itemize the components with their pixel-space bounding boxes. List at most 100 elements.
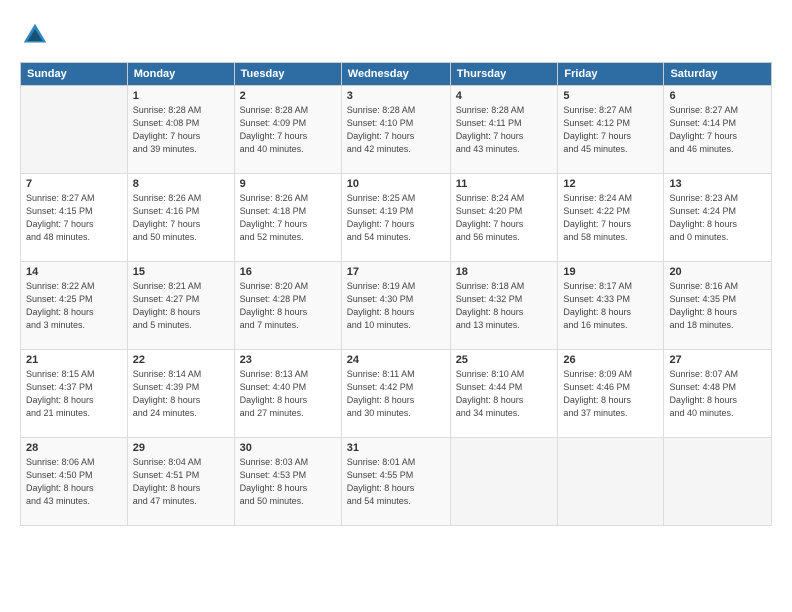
day-number: 28 <box>26 442 122 454</box>
calendar-cell: 23Sunrise: 8:13 AMSunset: 4:40 PMDayligh… <box>234 350 341 438</box>
day-number: 11 <box>456 178 553 190</box>
calendar-cell: 20 Sunrise: 8:16 AMSunset: 4:35 PMDayligh… <box>664 262 772 350</box>
day-number: 24 <box>347 354 445 366</box>
calendar-week-4: 21 Sunrise: 8:15 AMSunset: 4:37 PMDayligh… <box>21 350 772 438</box>
calendar-week-3: 14 Sunrise: 8:22 AMSunset: 4:25 PMDayligh… <box>21 262 772 350</box>
calendar-cell: 30Sunrise: 8:03 AMSunset: 4:53 PMDayligh… <box>234 438 341 526</box>
weekday-header-friday: Friday <box>558 63 664 86</box>
day-info: Sunrise: 8:23 AMSunset: 4:24 PMDaylight:… <box>669 192 766 244</box>
day-number: 8 <box>133 178 229 190</box>
day-info: Sunrise: 8:27 AMSunset: 4:12 PMDaylight:… <box>563 104 658 156</box>
calendar-cell: 13 Sunrise: 8:23 AMSunset: 4:24 PMDayligh… <box>664 174 772 262</box>
day-number: 10 <box>347 178 445 190</box>
calendar-cell: 19 Sunrise: 8:17 AMSunset: 4:33 PMDayligh… <box>558 262 664 350</box>
day-number: 25 <box>456 354 553 366</box>
day-info: Sunrise: 8:19 AMSunset: 4:30 PMDaylight:… <box>347 280 445 332</box>
calendar-cell: 9 Sunrise: 8:26 AMSunset: 4:18 PMDaylight… <box>234 174 341 262</box>
logo-icon <box>20 20 50 50</box>
weekday-header-saturday: Saturday <box>664 63 772 86</box>
weekday-header-thursday: Thursday <box>450 63 558 86</box>
day-number: 4 <box>456 90 553 102</box>
day-number: 19 <box>563 266 658 278</box>
calendar-cell: 7 Sunrise: 8:27 AMSunset: 4:15 PMDaylight… <box>21 174 128 262</box>
calendar-cell: 12Sunrise: 8:24 AMSunset: 4:22 PMDayligh… <box>558 174 664 262</box>
day-info: Sunrise: 8:09 AMSunset: 4:46 PMDaylight:… <box>563 368 658 420</box>
day-info: Sunrise: 8:04 AMSunset: 4:51 PMDaylight:… <box>133 456 229 508</box>
calendar-cell: 29 Sunrise: 8:04 AMSunset: 4:51 PMDayligh… <box>127 438 234 526</box>
day-number: 20 <box>669 266 766 278</box>
day-info: Sunrise: 8:07 AMSunset: 4:48 PMDaylight:… <box>669 368 766 420</box>
calendar-week-1: 1Sunrise: 8:28 AMSunset: 4:08 PMDaylight… <box>21 86 772 174</box>
calendar-cell: 27 Sunrise: 8:07 AMSunset: 4:48 PMDayligh… <box>664 350 772 438</box>
calendar-cell: 4Sunrise: 8:28 AMSunset: 4:11 PMDaylight… <box>450 86 558 174</box>
page: SundayMondayTuesdayWednesdayThursdayFrid… <box>0 0 792 612</box>
day-info: Sunrise: 8:27 AMSunset: 4:15 PMDaylight:… <box>26 192 122 244</box>
calendar-cell <box>558 438 664 526</box>
day-number: 2 <box>240 90 336 102</box>
calendar-cell: 10 Sunrise: 8:25 AMSunset: 4:19 PMDayligh… <box>341 174 450 262</box>
day-info: Sunrise: 8:16 AMSunset: 4:35 PMDaylight:… <box>669 280 766 332</box>
day-number: 7 <box>26 178 122 190</box>
day-number: 22 <box>133 354 229 366</box>
calendar-header-row: SundayMondayTuesdayWednesdayThursdayFrid… <box>21 63 772 86</box>
calendar-cell: 22 Sunrise: 8:14 AMSunset: 4:39 PMDayligh… <box>127 350 234 438</box>
day-number: 17 <box>347 266 445 278</box>
day-info: Sunrise: 8:22 AMSunset: 4:25 PMDaylight:… <box>26 280 122 332</box>
day-info: Sunrise: 8:11 AMSunset: 4:42 PMDaylight:… <box>347 368 445 420</box>
day-info: Sunrise: 8:27 AMSunset: 4:14 PMDaylight:… <box>669 104 766 156</box>
day-info: Sunrise: 8:01 AMSunset: 4:55 PMDaylight:… <box>347 456 445 508</box>
day-info: Sunrise: 8:24 AMSunset: 4:20 PMDaylight:… <box>456 192 553 244</box>
calendar-cell: 1Sunrise: 8:28 AMSunset: 4:08 PMDaylight… <box>127 86 234 174</box>
calendar-cell: 25Sunrise: 8:10 AMSunset: 4:44 PMDayligh… <box>450 350 558 438</box>
day-number: 13 <box>669 178 766 190</box>
day-number: 9 <box>240 178 336 190</box>
day-info: Sunrise: 8:26 AMSunset: 4:16 PMDaylight:… <box>133 192 229 244</box>
calendar-cell: 14 Sunrise: 8:22 AMSunset: 4:25 PMDayligh… <box>21 262 128 350</box>
weekday-header-sunday: Sunday <box>21 63 128 86</box>
day-number: 26 <box>563 354 658 366</box>
header <box>20 20 772 50</box>
day-info: Sunrise: 8:18 AMSunset: 4:32 PMDaylight:… <box>456 280 553 332</box>
calendar-cell: 15Sunrise: 8:21 AMSunset: 4:27 PMDayligh… <box>127 262 234 350</box>
day-number: 3 <box>347 90 445 102</box>
calendar-cell: 5 Sunrise: 8:27 AMSunset: 4:12 PMDaylight… <box>558 86 664 174</box>
calendar-cell: 16 Sunrise: 8:20 AMSunset: 4:28 PMDayligh… <box>234 262 341 350</box>
calendar-cell: 3 Sunrise: 8:28 AMSunset: 4:10 PMDaylight… <box>341 86 450 174</box>
calendar-cell: 8 Sunrise: 8:26 AMSunset: 4:16 PMDaylight… <box>127 174 234 262</box>
day-number: 5 <box>563 90 658 102</box>
calendar-cell: 6 Sunrise: 8:27 AMSunset: 4:14 PMDaylight… <box>664 86 772 174</box>
day-info: Sunrise: 8:28 AMSunset: 4:08 PMDaylight:… <box>133 104 229 156</box>
day-info: Sunrise: 8:24 AMSunset: 4:22 PMDaylight:… <box>563 192 658 244</box>
day-info: Sunrise: 8:15 AMSunset: 4:37 PMDaylight:… <box>26 368 122 420</box>
calendar-week-2: 7 Sunrise: 8:27 AMSunset: 4:15 PMDaylight… <box>21 174 772 262</box>
calendar-cell <box>664 438 772 526</box>
calendar-cell: 21 Sunrise: 8:15 AMSunset: 4:37 PMDayligh… <box>21 350 128 438</box>
weekday-header-monday: Monday <box>127 63 234 86</box>
calendar-cell <box>450 438 558 526</box>
day-number: 16 <box>240 266 336 278</box>
day-info: Sunrise: 8:06 AMSunset: 4:50 PMDaylight:… <box>26 456 122 508</box>
day-number: 21 <box>26 354 122 366</box>
day-number: 18 <box>456 266 553 278</box>
calendar-week-5: 28 Sunrise: 8:06 AMSunset: 4:50 PMDayligh… <box>21 438 772 526</box>
logo <box>20 20 54 50</box>
day-info: Sunrise: 8:25 AMSunset: 4:19 PMDaylight:… <box>347 192 445 244</box>
day-number: 6 <box>669 90 766 102</box>
calendar-table: SundayMondayTuesdayWednesdayThursdayFrid… <box>20 62 772 526</box>
calendar-cell: 28 Sunrise: 8:06 AMSunset: 4:50 PMDayligh… <box>21 438 128 526</box>
day-number: 29 <box>133 442 229 454</box>
calendar-cell: 11 Sunrise: 8:24 AMSunset: 4:20 PMDayligh… <box>450 174 558 262</box>
calendar-cell: 17 Sunrise: 8:19 AMSunset: 4:30 PMDayligh… <box>341 262 450 350</box>
day-info: Sunrise: 8:26 AMSunset: 4:18 PMDaylight:… <box>240 192 336 244</box>
day-info: Sunrise: 8:28 AMSunset: 4:10 PMDaylight:… <box>347 104 445 156</box>
weekday-header-tuesday: Tuesday <box>234 63 341 86</box>
day-info: Sunrise: 8:14 AMSunset: 4:39 PMDaylight:… <box>133 368 229 420</box>
calendar-cell: 18 Sunrise: 8:18 AMSunset: 4:32 PMDayligh… <box>450 262 558 350</box>
calendar-cell: 26 Sunrise: 8:09 AMSunset: 4:46 PMDayligh… <box>558 350 664 438</box>
day-number: 14 <box>26 266 122 278</box>
day-number: 27 <box>669 354 766 366</box>
calendar-cell: 31Sunrise: 8:01 AMSunset: 4:55 PMDayligh… <box>341 438 450 526</box>
day-info: Sunrise: 8:17 AMSunset: 4:33 PMDaylight:… <box>563 280 658 332</box>
day-info: Sunrise: 8:20 AMSunset: 4:28 PMDaylight:… <box>240 280 336 332</box>
day-number: 15 <box>133 266 229 278</box>
